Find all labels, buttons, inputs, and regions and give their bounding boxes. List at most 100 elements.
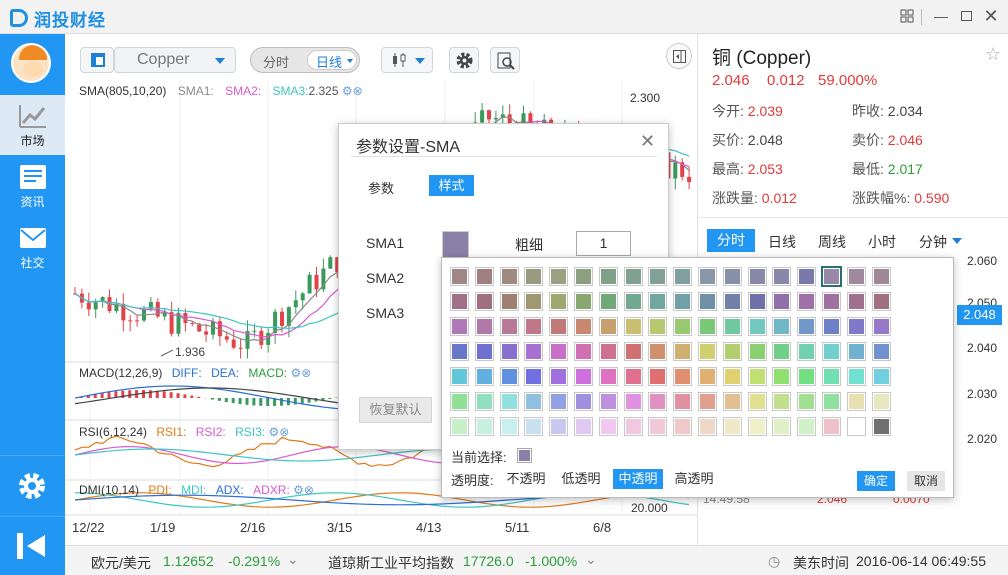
color-swatch[interactable] — [846, 417, 866, 436]
color-swatch[interactable] — [722, 267, 742, 286]
ticker2-chevron-icon[interactable]: ⌄ — [585, 551, 597, 568]
color-swatch[interactable] — [722, 392, 742, 411]
sma-close-icon[interactable]: ⊗ — [353, 84, 363, 98]
color-swatch[interactable] — [648, 292, 668, 311]
sma1-color-swatch[interactable] — [442, 231, 469, 258]
color-swatch[interactable] — [499, 392, 519, 411]
color-swatch[interactable] — [822, 342, 841, 361]
color-swatch[interactable] — [474, 392, 494, 411]
color-swatch[interactable] — [623, 267, 643, 286]
color-swatch[interactable] — [797, 417, 817, 436]
color-swatch[interactable] — [450, 342, 469, 361]
color-swatch[interactable] — [524, 292, 544, 311]
color-swatch[interactable] — [797, 267, 817, 286]
rsi-gear-icon[interactable]: ⚙ — [268, 425, 279, 439]
color-swatch[interactable] — [772, 367, 792, 386]
color-swatch[interactable] — [797, 292, 817, 311]
nav-item-market[interactable]: 市场 — [0, 95, 65, 155]
layout-button[interactable] — [80, 47, 114, 73]
color-swatch[interactable] — [797, 367, 817, 386]
opacity-low[interactable]: 低透明 — [556, 469, 606, 489]
color-swatch[interactable] — [549, 267, 569, 286]
color-swatch[interactable] — [450, 267, 469, 286]
color-swatch[interactable] — [722, 317, 742, 336]
color-swatch[interactable] — [871, 417, 891, 436]
color-swatch[interactable] — [747, 267, 767, 286]
macd-gear-icon[interactable]: ⚙ — [290, 366, 301, 380]
color-swatch[interactable] — [648, 392, 668, 411]
color-swatch[interactable] — [524, 267, 544, 286]
color-swatch[interactable] — [846, 392, 866, 411]
color-swatch[interactable] — [598, 317, 618, 336]
color-swatch[interactable] — [623, 392, 643, 411]
color-swatch[interactable] — [574, 392, 593, 411]
collapse-sidebar-button[interactable] — [0, 516, 65, 575]
color-swatch[interactable] — [648, 267, 668, 286]
macd-close-icon[interactable]: ⊗ — [301, 366, 311, 380]
color-swatch[interactable] — [474, 317, 494, 336]
color-swatch[interactable] — [574, 342, 593, 361]
color-swatch[interactable] — [846, 267, 866, 286]
opacity-opaque[interactable]: 不透明 — [501, 469, 551, 489]
color-swatch[interactable] — [450, 292, 469, 311]
color-swatch[interactable] — [747, 392, 767, 411]
color-swatch[interactable] — [772, 317, 792, 336]
color-swatch[interactable] — [549, 392, 569, 411]
reset-default-button[interactable]: 恢复默认 — [359, 397, 432, 423]
color-swatch[interactable] — [450, 367, 469, 386]
color-swatch[interactable] — [822, 367, 841, 386]
color-swatch[interactable] — [673, 417, 693, 436]
color-swatch[interactable] — [549, 292, 569, 311]
color-swatch[interactable] — [722, 367, 742, 386]
color-swatch[interactable] — [574, 367, 593, 386]
color-swatch[interactable] — [673, 392, 693, 411]
color-swatch[interactable] — [499, 267, 519, 286]
color-swatch[interactable] — [474, 342, 494, 361]
color-swatch[interactable] — [598, 392, 618, 411]
color-swatch[interactable] — [598, 342, 618, 361]
color-swatch[interactable] — [871, 367, 891, 386]
color-swatch[interactable] — [499, 317, 519, 336]
color-swatch[interactable] — [673, 367, 693, 386]
ticker2-name[interactable]: 道琼斯工业平均指数 — [328, 553, 454, 573]
color-swatch[interactable] — [648, 367, 668, 386]
color-swatch[interactable] — [598, 367, 618, 386]
color-swatch[interactable] — [747, 367, 767, 386]
color-swatch[interactable] — [450, 417, 469, 436]
tab-minute[interactable]: 分钟 — [919, 232, 947, 252]
color-swatch[interactable] — [698, 317, 717, 336]
color-swatch[interactable] — [474, 267, 494, 286]
color-swatch[interactable] — [698, 392, 717, 411]
color-swatch[interactable] — [598, 417, 618, 436]
tab-params[interactable]: 参数 — [368, 178, 394, 197]
color-swatch[interactable] — [524, 417, 544, 436]
color-swatch[interactable] — [698, 292, 717, 311]
color-swatch[interactable] — [623, 367, 643, 386]
color-swatch[interactable] — [871, 392, 891, 411]
rsi-close-icon[interactable]: ⊗ — [279, 425, 289, 439]
minimize-button[interactable]: — — [931, 6, 951, 26]
color-swatch[interactable] — [822, 317, 841, 336]
color-swatch[interactable] — [574, 317, 593, 336]
ticker1-name[interactable]: 欧元/美元 — [91, 553, 151, 573]
color-swatch[interactable] — [673, 317, 693, 336]
color-swatch[interactable] — [524, 342, 544, 361]
dmi-close-icon[interactable]: ⊗ — [304, 483, 314, 497]
color-swatch[interactable] — [871, 342, 891, 361]
palette-ok-button[interactable]: 确定 — [857, 471, 895, 491]
color-swatch[interactable] — [598, 267, 618, 286]
color-swatch[interactable] — [871, 292, 891, 311]
color-swatch[interactable] — [821, 266, 842, 287]
color-swatch[interactable] — [772, 292, 792, 311]
indicator-settings-button[interactable] — [449, 47, 479, 73]
color-swatch[interactable] — [524, 367, 544, 386]
color-swatch[interactable] — [698, 342, 717, 361]
tab-weekly[interactable]: 周线 — [818, 232, 846, 252]
color-swatch[interactable] — [772, 267, 792, 286]
color-swatch[interactable] — [822, 292, 841, 311]
color-swatch[interactable] — [648, 317, 668, 336]
palette-cancel-button[interactable]: 取消 — [907, 471, 945, 491]
opacity-medium[interactable]: 中透明 — [613, 469, 663, 489]
color-swatch[interactable] — [846, 317, 866, 336]
nav-item-news[interactable]: 资讯 — [0, 156, 65, 216]
